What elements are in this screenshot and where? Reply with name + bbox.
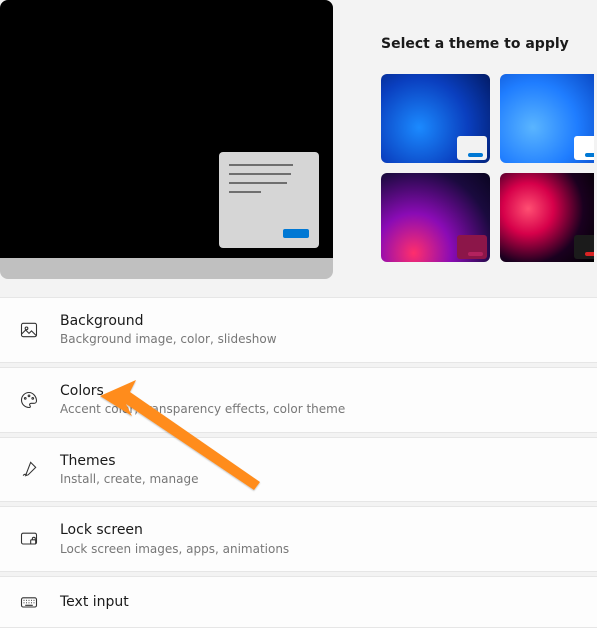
- lock-screen-icon: [18, 528, 40, 550]
- theme-option-4[interactable]: [500, 173, 594, 262]
- theme-option-1[interactable]: [381, 74, 490, 163]
- row-subtitle: Accent color, transparency effects, colo…: [60, 402, 345, 418]
- keyboard-icon: [18, 591, 40, 613]
- row-subtitle: Install, create, manage: [60, 472, 198, 488]
- themes-heading: Select a theme to apply: [381, 36, 597, 52]
- row-title: Lock screen: [60, 521, 289, 539]
- row-title: Background: [60, 312, 277, 330]
- row-subtitle: Background image, color, slideshow: [60, 332, 277, 348]
- row-themes[interactable]: Themes Install, create, manage: [0, 437, 597, 503]
- preview-sample-window: [219, 152, 319, 248]
- row-text-input[interactable]: Text input: [0, 576, 597, 628]
- row-title: Colors: [60, 382, 345, 400]
- settings-list: Background Background image, color, slid…: [0, 297, 597, 628]
- row-lock-screen[interactable]: Lock screen Lock screen images, apps, an…: [0, 506, 597, 572]
- row-title: Text input: [60, 593, 129, 611]
- row-colors[interactable]: Colors Accent color, transparency effect…: [0, 367, 597, 433]
- row-title: Themes: [60, 452, 198, 470]
- row-background[interactable]: Background Background image, color, slid…: [0, 297, 597, 363]
- theme-option-2[interactable]: [500, 74, 594, 163]
- desktop-preview: [0, 0, 333, 279]
- brush-icon: [18, 458, 40, 480]
- image-icon: [18, 319, 40, 341]
- theme-grid: [381, 74, 597, 262]
- row-subtitle: Lock screen images, apps, animations: [60, 542, 289, 558]
- preview-accent-button: [283, 229, 309, 238]
- theme-option-3[interactable]: [381, 173, 490, 262]
- palette-icon: [18, 389, 40, 411]
